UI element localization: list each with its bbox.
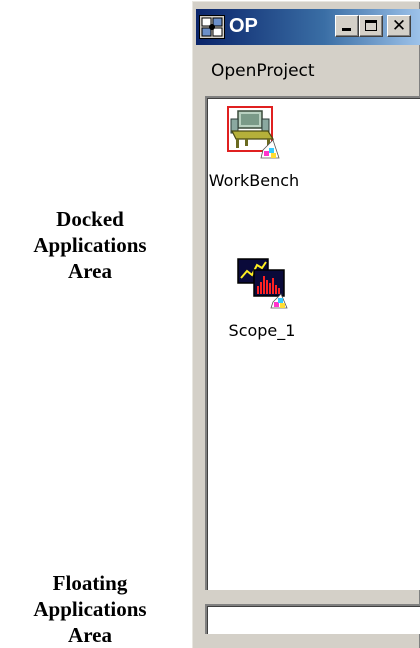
op-window: OP ✕ OpenProject WorkBench Scope_1 (191, 0, 420, 648)
docked-applications-area-annotation: Docked Applications Area (0, 206, 180, 284)
maximize-button[interactable] (359, 15, 383, 37)
title-bar[interactable]: OP ✕ (196, 9, 420, 45)
floating-applications-area-annotation: Floating Applications Area (0, 570, 180, 648)
annotation-line: Applications (33, 233, 147, 257)
menu-bar: OpenProject (192, 53, 420, 89)
maximize-icon (365, 20, 377, 31)
workbench-icon[interactable] (207, 106, 301, 165)
app-label-workbench[interactable]: WorkBench (207, 171, 301, 190)
minimize-button[interactable] (335, 15, 359, 37)
annotation-line: Area (68, 623, 112, 647)
openproject-app-icon[interactable] (199, 15, 225, 39)
annotation-line: Area (68, 259, 112, 283)
close-icon: ✕ (391, 16, 407, 36)
app-tile-scope[interactable]: Scope_1 (217, 256, 307, 340)
floating-applications-area[interactable] (205, 604, 420, 634)
menu-item-openproject[interactable]: OpenProject (211, 61, 315, 81)
annotation-line: Docked (56, 207, 124, 231)
docked-applications-area[interactable]: WorkBench Scope_1 (205, 96, 420, 590)
close-button[interactable]: ✕ (387, 15, 411, 37)
annotation-line: Floating (52, 571, 128, 595)
annotation-line: Applications (33, 597, 147, 621)
app-label-scope[interactable]: Scope_1 (217, 321, 307, 340)
app-tile-workbench[interactable]: WorkBench (207, 106, 301, 190)
minimize-icon (342, 28, 351, 31)
scope-icon[interactable] (217, 256, 307, 315)
window-title: OP (229, 15, 258, 37)
